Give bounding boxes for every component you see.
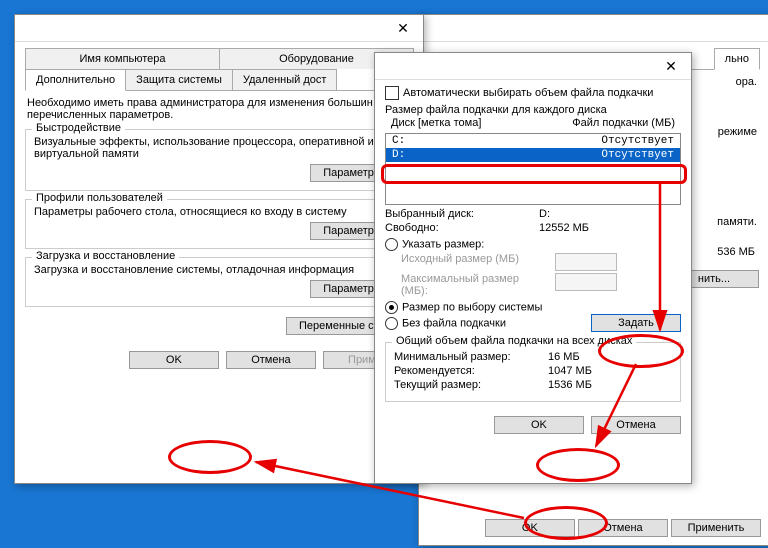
ok-button[interactable]: OK bbox=[129, 351, 219, 369]
col-file: Файл подкачки (МБ) bbox=[572, 117, 675, 129]
radio-custom[interactable] bbox=[385, 238, 398, 251]
group-text: Параметры рабочего стола, относящиеся ко… bbox=[34, 206, 404, 218]
apply-button-bg[interactable]: Применить bbox=[671, 519, 761, 537]
min-value: 16 МБ bbox=[548, 351, 580, 363]
set-button[interactable]: Задать bbox=[591, 314, 681, 332]
disk-row-d[interactable]: D:Отсутствует bbox=[386, 148, 680, 162]
max-size-label: Максимальный размер (МБ): bbox=[401, 273, 541, 297]
col-disk: Диск [метка тома] bbox=[391, 117, 481, 129]
selected-disk-label: Выбранный диск: bbox=[385, 208, 525, 220]
virtual-memory-window: ✕ Автоматически выбирать объем файла под… bbox=[374, 52, 692, 484]
performance-group: Быстродействие Визуальные эффекты, испол… bbox=[25, 129, 413, 191]
group-title: Загрузка и восстановление bbox=[32, 250, 179, 262]
disk-list[interactable]: C:Отсутствует D:Отсутствует bbox=[385, 133, 681, 205]
tab-advanced[interactable]: Дополнительно bbox=[25, 69, 126, 91]
tab-system-protection[interactable]: Защита системы bbox=[125, 69, 233, 90]
rec-label: Рекомендуется: bbox=[394, 365, 534, 377]
profiles-group: Профили пользователей Параметры рабочего… bbox=[25, 199, 413, 249]
free-label: Свободно: bbox=[385, 222, 525, 234]
radio-none-label: Без файла подкачки bbox=[402, 317, 506, 329]
cur-value: 1536 МБ bbox=[548, 379, 592, 391]
radio-none[interactable] bbox=[385, 317, 398, 330]
titlebar bbox=[419, 15, 768, 42]
group-text: Загрузка и восстановление системы, отлад… bbox=[34, 264, 404, 276]
tab-remote[interactable]: Удаленный дост bbox=[232, 69, 338, 90]
radio-system-label: Размер по выбору системы bbox=[402, 301, 542, 313]
radio-custom-label: Указать размер: bbox=[402, 238, 484, 250]
initial-size-input bbox=[555, 253, 617, 271]
ok-button-bg[interactable]: OK bbox=[485, 519, 575, 537]
initial-size-label: Исходный размер (МБ) bbox=[401, 253, 541, 271]
auto-manage-checkbox[interactable] bbox=[385, 86, 399, 100]
ok-button-vm[interactable]: OK bbox=[494, 416, 584, 434]
free-value: 12552 МБ bbox=[539, 222, 589, 234]
group-text: Визуальные эффекты, использование процес… bbox=[34, 136, 404, 160]
disk-row-c[interactable]: C:Отсутствует bbox=[386, 134, 680, 148]
cancel-button-vm[interactable]: Отмена bbox=[591, 416, 681, 434]
auto-manage-label: Автоматически выбирать объем файла подка… bbox=[403, 87, 653, 99]
min-label: Минимальный размер: bbox=[394, 351, 534, 363]
group-title: Быстродействие bbox=[32, 122, 125, 134]
close-icon[interactable]: ✕ bbox=[651, 53, 691, 79]
admin-note: Необходимо иметь права администратора дл… bbox=[27, 97, 411, 121]
max-size-input bbox=[555, 273, 617, 291]
cur-label: Текущий размер: bbox=[394, 379, 534, 391]
per-disk-label: Размер файла подкачки для каждого диска bbox=[385, 104, 681, 116]
system-properties-window: ✕ Имя компьютера Оборудование Дополнител… bbox=[14, 14, 424, 484]
cancel-button-bg[interactable]: Отмена bbox=[578, 519, 668, 537]
group-title: Общий объем файла подкачки на всех диска… bbox=[392, 335, 636, 347]
titlebar: ✕ bbox=[375, 53, 691, 80]
tab-computer-name[interactable]: Имя компьютера bbox=[25, 48, 220, 69]
close-icon[interactable]: ✕ bbox=[383, 15, 423, 41]
cancel-button[interactable]: Отмена bbox=[226, 351, 316, 369]
group-title: Профили пользователей bbox=[32, 192, 167, 204]
startup-group: Загрузка и восстановление Загрузка и вос… bbox=[25, 257, 413, 307]
total-group: Общий объем файла подкачки на всех диска… bbox=[385, 342, 681, 402]
rec-value: 1047 МБ bbox=[548, 365, 592, 377]
tab-advanced-bg[interactable]: льно bbox=[714, 48, 760, 70]
radio-system[interactable] bbox=[385, 301, 398, 314]
titlebar: ✕ bbox=[15, 15, 423, 42]
selected-disk-value: D: bbox=[539, 208, 550, 220]
